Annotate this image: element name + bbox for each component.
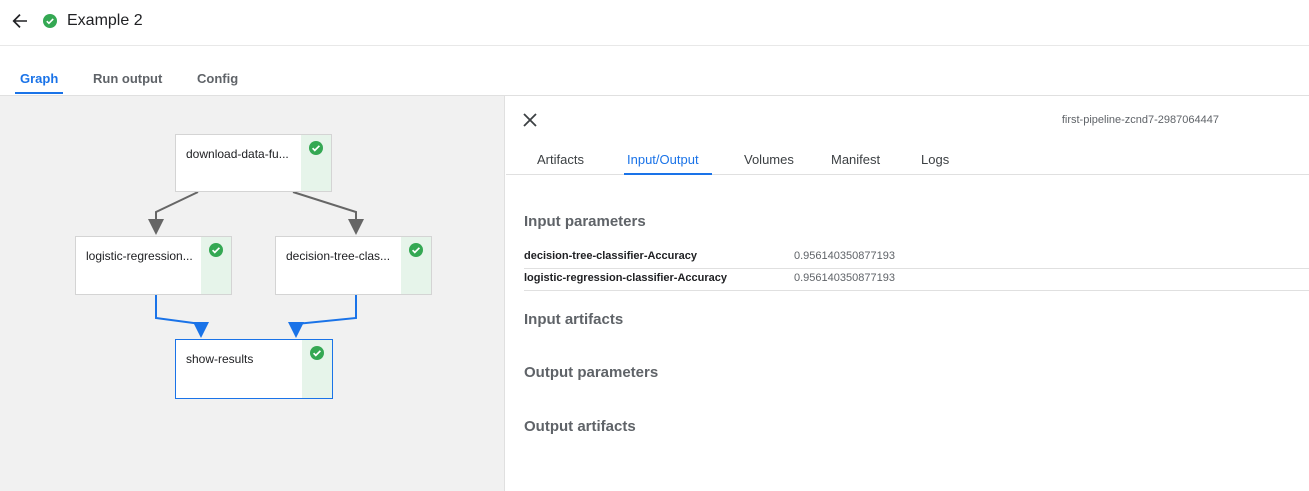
node-label: decision-tree-clas... — [286, 249, 391, 263]
tab-graph[interactable]: Graph — [20, 71, 58, 86]
param-value: 0.956140350877193 — [794, 250, 895, 262]
param-name: decision-tree-classifier-Accuracy — [524, 250, 698, 262]
param-row: logistic-regression-classifier-Accuracy … — [524, 268, 1309, 290]
node-label: download-data-fu... — [186, 147, 289, 161]
tab-artifacts[interactable]: Artifacts — [537, 152, 584, 167]
output-parameters-title: Output parameters — [524, 364, 659, 381]
graph-node-decision-tree[interactable]: decision-tree-clas... — [275, 236, 432, 295]
tab-config[interactable]: Config — [197, 71, 238, 86]
output-artifacts-title: Output artifacts — [524, 418, 636, 435]
input-parameters-title: Input parameters — [524, 213, 646, 230]
graph-node-show-results[interactable]: show-results — [175, 339, 333, 399]
details-tabs: Artifacts Input/Output Volumes Manifest … — [506, 138, 1309, 175]
run-title: Example 2 — [67, 12, 143, 29]
param-name: logistic-regression-classifier-Accuracy — [524, 272, 727, 284]
tab-run-output[interactable]: Run output — [93, 71, 162, 86]
node-details-panel: first-pipeline-zcnd7-2987064447 Artifact… — [506, 96, 1309, 491]
node-status — [301, 135, 331, 191]
node-status — [201, 237, 231, 294]
edge-logistic-to-results — [155, 295, 209, 338]
tab-logs[interactable]: Logs — [921, 152, 949, 167]
graph-node-logistic-regression[interactable]: logistic-regression... — [75, 236, 232, 295]
node-label: show-results — [186, 352, 254, 366]
node-label: logistic-regression... — [86, 249, 193, 263]
arrow-back-icon[interactable] — [10, 11, 30, 31]
main-tabs: Graph Run output Config — [0, 46, 1309, 96]
top-bar: Example 2 — [0, 0, 1309, 46]
tab-input-output[interactable]: Input/Output — [627, 152, 699, 167]
active-tab-indicator — [624, 173, 712, 175]
pod-id: first-pipeline-zcnd7-2987064447 — [1061, 114, 1219, 126]
node-status — [302, 340, 332, 398]
check-circle-icon — [43, 14, 57, 28]
param-value: 0.956140350877193 — [794, 272, 895, 284]
edge-download-to-logistic — [148, 191, 199, 235]
param-row: decision-tree-classifier-Accuracy 0.9561… — [524, 246, 1309, 268]
check-circle-icon — [309, 141, 323, 155]
graph-node-download-data[interactable]: download-data-fu... — [175, 134, 332, 192]
edge-decision-to-results — [288, 295, 357, 338]
edge-download-to-decision — [292, 191, 364, 235]
graph-pane[interactable]: download-data-fu... logistic-regression.… — [0, 96, 505, 491]
active-tab-indicator — [15, 92, 63, 94]
input-artifacts-title: Input artifacts — [524, 311, 624, 328]
check-circle-icon — [310, 346, 324, 360]
row-divider — [524, 290, 1309, 291]
node-status — [401, 237, 431, 294]
check-circle-icon — [409, 243, 423, 257]
check-circle-icon — [209, 243, 223, 257]
tab-volumes[interactable]: Volumes — [744, 152, 794, 167]
tab-manifest[interactable]: Manifest — [831, 152, 880, 167]
close-icon[interactable] — [522, 112, 538, 128]
